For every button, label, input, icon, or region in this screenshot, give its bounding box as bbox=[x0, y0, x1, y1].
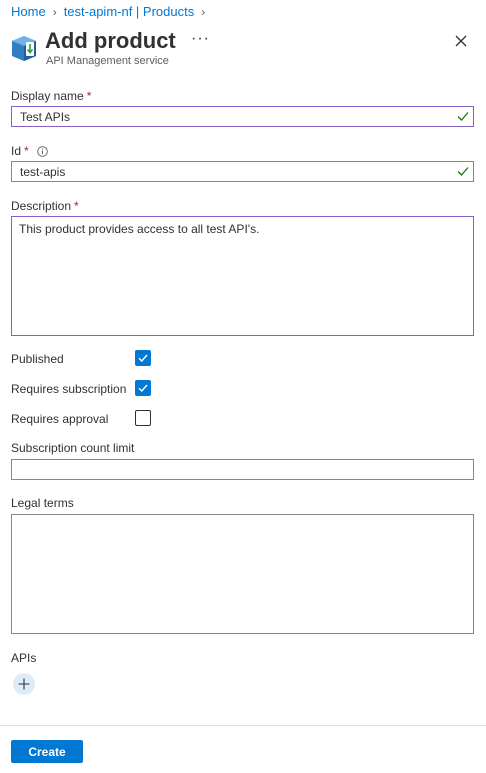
display-name-wrapper bbox=[11, 106, 474, 127]
info-icon[interactable] bbox=[36, 145, 48, 157]
breadcrumb-products-link[interactable]: test-apim-nf | Products bbox=[64, 4, 195, 19]
requires-subscription-checkbox[interactable] bbox=[135, 380, 151, 396]
requires-subscription-label: Requires subscription bbox=[11, 382, 127, 396]
plus-icon bbox=[18, 678, 30, 690]
create-button[interactable]: Create bbox=[11, 740, 83, 763]
description-textarea[interactable]: This product provides access to all test… bbox=[11, 216, 474, 336]
product-cube-icon bbox=[11, 34, 37, 62]
published-checkbox[interactable] bbox=[135, 350, 151, 366]
checkmark-icon bbox=[138, 354, 148, 363]
breadcrumb-separator: › bbox=[201, 4, 206, 19]
breadcrumb-home-link[interactable]: Home bbox=[11, 4, 46, 19]
more-icon[interactable]: ··· bbox=[191, 30, 210, 48]
breadcrumb: Home › test-apim-nf | Products › bbox=[11, 4, 212, 19]
id-input[interactable] bbox=[11, 161, 474, 182]
valid-check-icon bbox=[457, 167, 469, 176]
legal-terms-textarea[interactable] bbox=[11, 514, 474, 634]
display-name-label-text: Display name bbox=[11, 89, 84, 103]
id-label-text: Id bbox=[11, 144, 22, 158]
id-label: Id * bbox=[11, 144, 48, 158]
legal-terms-label: Legal terms bbox=[11, 496, 74, 510]
display-name-input[interactable] bbox=[11, 106, 474, 127]
description-label-text: Description bbox=[11, 199, 72, 213]
valid-check-icon bbox=[457, 112, 469, 121]
requires-approval-checkbox[interactable] bbox=[135, 410, 151, 426]
subscription-count-limit-input[interactable] bbox=[11, 459, 474, 480]
breadcrumb-separator: › bbox=[52, 4, 57, 19]
required-mark: * bbox=[24, 144, 29, 158]
footer-divider bbox=[0, 725, 486, 726]
add-api-button[interactable] bbox=[13, 673, 35, 695]
checkmark-icon bbox=[138, 384, 148, 393]
display-name-label: Display name * bbox=[11, 89, 91, 103]
requires-approval-label: Requires approval bbox=[11, 412, 109, 426]
published-label: Published bbox=[11, 352, 64, 366]
required-mark: * bbox=[86, 89, 92, 103]
id-wrapper bbox=[11, 161, 474, 182]
description-label: Description * bbox=[11, 199, 79, 213]
required-mark: * bbox=[74, 199, 79, 213]
subscription-count-limit-label: Subscription count limit bbox=[11, 441, 135, 455]
close-icon[interactable] bbox=[453, 33, 469, 49]
page-title: Add product bbox=[45, 28, 176, 53]
page-subtitle: API Management service bbox=[46, 55, 169, 67]
apis-label: APIs bbox=[11, 651, 37, 665]
